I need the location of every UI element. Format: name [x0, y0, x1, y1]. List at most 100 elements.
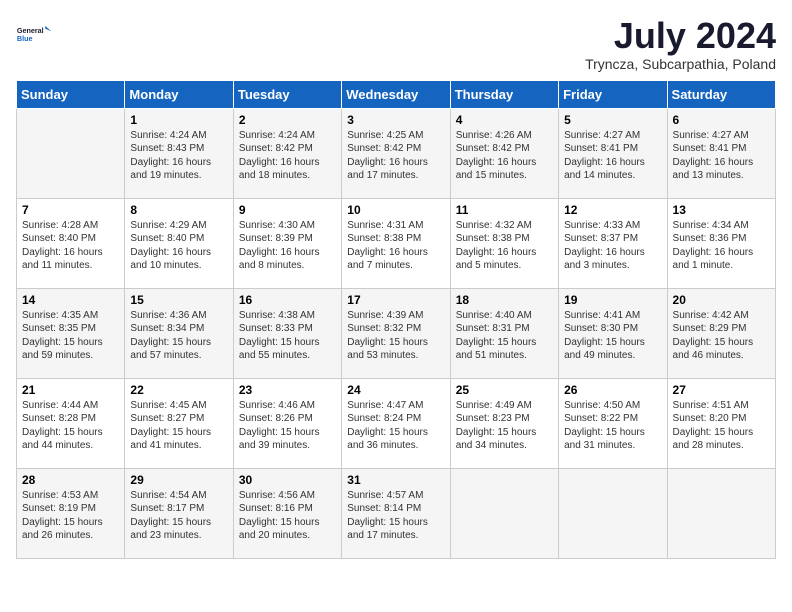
week-row-2: 7 Sunrise: 4:28 AM Sunset: 8:40 PM Daylig… [17, 198, 776, 288]
day-number: 18 [456, 293, 553, 307]
col-header-monday: Monday [125, 80, 233, 108]
calendar-cell: 3 Sunrise: 4:25 AM Sunset: 8:42 PM Daylig… [342, 108, 450, 198]
col-header-sunday: Sunday [17, 80, 125, 108]
day-number: 17 [347, 293, 444, 307]
day-number: 23 [239, 383, 336, 397]
calendar-cell: 11 Sunrise: 4:32 AM Sunset: 8:38 PM Dayli… [450, 198, 558, 288]
day-number: 13 [673, 203, 770, 217]
day-info: Sunrise: 4:27 AM Sunset: 8:41 PM Dayligh… [673, 129, 770, 183]
calendar-cell: 22Sunrise: 4:45 AM Sunset: 8:27 PM Dayli… [125, 378, 233, 468]
week-row-1: 1Sunrise: 4:24 AM Sunset: 8:43 PM Daylig… [17, 108, 776, 198]
day-number: 6 [673, 113, 770, 127]
day-number: 25 [456, 383, 553, 397]
day-info: Sunrise: 4:26 AM Sunset: 8:42 PM Dayligh… [456, 129, 553, 183]
day-number: 31 [347, 473, 444, 487]
day-number: 7 [22, 203, 119, 217]
day-info: Sunrise: 4:47 AM Sunset: 8:24 PM Dayligh… [347, 399, 444, 453]
logo-icon: GeneralBlue [16, 16, 52, 52]
day-info: Sunrise: 4:39 AM Sunset: 8:32 PM Dayligh… [347, 309, 444, 363]
week-row-5: 28 Sunrise: 4:53 AM Sunset: 8:19 PM Dayli… [17, 468, 776, 558]
calendar-cell: 20 Sunrise: 4:42 AM Sunset: 8:29 PM Dayli… [667, 288, 775, 378]
day-number: 30 [239, 473, 336, 487]
calendar-cell: 26 Sunrise: 4:50 AM Sunset: 8:22 PM Dayli… [559, 378, 667, 468]
calendar-cell [559, 468, 667, 558]
svg-text:Blue: Blue [17, 34, 33, 43]
calendar-cell: 19 Sunrise: 4:41 AM Sunset: 8:30 PM Dayli… [559, 288, 667, 378]
day-info: Sunrise: 4:38 AM Sunset: 8:33 PM Dayligh… [239, 309, 336, 363]
day-info: Sunrise: 4:46 AM Sunset: 8:26 PM Dayligh… [239, 399, 336, 453]
day-info: Sunrise: 4:28 AM Sunset: 8:40 PM Dayligh… [22, 219, 119, 273]
col-header-wednesday: Wednesday [342, 80, 450, 108]
day-info: Sunrise: 4:25 AM Sunset: 8:42 PM Dayligh… [347, 129, 444, 183]
day-number: 28 [22, 473, 119, 487]
calendar-cell: 12 Sunrise: 4:33 AM Sunset: 8:37 PM Dayli… [559, 198, 667, 288]
calendar-cell: 28 Sunrise: 4:53 AM Sunset: 8:19 PM Dayli… [17, 468, 125, 558]
day-number: 10 [347, 203, 444, 217]
calendar-table: SundayMondayTuesdayWednesdayThursdayFrid… [16, 80, 776, 559]
day-info: Sunrise: 4:29 AM Sunset: 8:40 PM Dayligh… [130, 219, 227, 273]
calendar-cell: 23 Sunrise: 4:46 AM Sunset: 8:26 PM Dayli… [233, 378, 341, 468]
col-header-thursday: Thursday [450, 80, 558, 108]
day-number: 5 [564, 113, 661, 127]
calendar-cell [667, 468, 775, 558]
day-number: 12 [564, 203, 661, 217]
day-info: Sunrise: 4:49 AM Sunset: 8:23 PM Dayligh… [456, 399, 553, 453]
col-header-tuesday: Tuesday [233, 80, 341, 108]
day-info: Sunrise: 4:33 AM Sunset: 8:37 PM Dayligh… [564, 219, 661, 273]
day-number: 24 [347, 383, 444, 397]
calendar-cell: 9 Sunrise: 4:30 AM Sunset: 8:39 PM Daylig… [233, 198, 341, 288]
day-info: Sunrise: 4:27 AM Sunset: 8:41 PM Dayligh… [564, 129, 661, 183]
col-header-saturday: Saturday [667, 80, 775, 108]
calendar-cell: 21 Sunrise: 4:44 AM Sunset: 8:28 PM Dayli… [17, 378, 125, 468]
week-row-4: 21 Sunrise: 4:44 AM Sunset: 8:28 PM Dayli… [17, 378, 776, 468]
day-info: Sunrise: 4:57 AM Sunset: 8:14 PM Dayligh… [347, 489, 444, 543]
day-info: Sunrise: 4:45 AM Sunset: 8:27 PM Dayligh… [130, 399, 227, 453]
day-info: Sunrise: 4:41 AM Sunset: 8:30 PM Dayligh… [564, 309, 661, 363]
day-info: Sunrise: 4:31 AM Sunset: 8:38 PM Dayligh… [347, 219, 444, 273]
day-info: Sunrise: 4:42 AM Sunset: 8:29 PM Dayligh… [673, 309, 770, 363]
calendar-cell: 5 Sunrise: 4:27 AM Sunset: 8:41 PM Daylig… [559, 108, 667, 198]
day-number: 9 [239, 203, 336, 217]
day-info: Sunrise: 4:24 AM Sunset: 8:43 PM Dayligh… [130, 129, 227, 183]
calendar-cell: 18Sunrise: 4:40 AM Sunset: 8:31 PM Dayli… [450, 288, 558, 378]
day-number: 20 [673, 293, 770, 307]
day-info: Sunrise: 4:32 AM Sunset: 8:38 PM Dayligh… [456, 219, 553, 273]
day-info: Sunrise: 4:50 AM Sunset: 8:22 PM Dayligh… [564, 399, 661, 453]
day-info: Sunrise: 4:54 AM Sunset: 8:17 PM Dayligh… [130, 489, 227, 543]
day-number: 21 [22, 383, 119, 397]
day-number: 4 [456, 113, 553, 127]
week-row-3: 14Sunrise: 4:35 AM Sunset: 8:35 PM Dayli… [17, 288, 776, 378]
header-row: SundayMondayTuesdayWednesdayThursdayFrid… [17, 80, 776, 108]
day-number: 11 [456, 203, 553, 217]
day-number: 3 [347, 113, 444, 127]
day-number: 15 [130, 293, 227, 307]
calendar-cell: 10 Sunrise: 4:31 AM Sunset: 8:38 PM Dayli… [342, 198, 450, 288]
page-header: GeneralBlue July 2024 Tryncza, Subcarpat… [16, 16, 776, 72]
calendar-cell: 24 Sunrise: 4:47 AM Sunset: 8:24 PM Dayli… [342, 378, 450, 468]
day-info: Sunrise: 4:53 AM Sunset: 8:19 PM Dayligh… [22, 489, 119, 543]
calendar-cell: 15Sunrise: 4:36 AM Sunset: 8:34 PM Dayli… [125, 288, 233, 378]
day-number: 27 [673, 383, 770, 397]
day-info: Sunrise: 4:56 AM Sunset: 8:16 PM Dayligh… [239, 489, 336, 543]
calendar-cell: 25 Sunrise: 4:49 AM Sunset: 8:23 PM Dayli… [450, 378, 558, 468]
day-info: Sunrise: 4:35 AM Sunset: 8:35 PM Dayligh… [22, 309, 119, 363]
logo: GeneralBlue [16, 16, 52, 52]
calendar-cell: 2Sunrise: 4:24 AM Sunset: 8:42 PM Daylig… [233, 108, 341, 198]
day-info: Sunrise: 4:30 AM Sunset: 8:39 PM Dayligh… [239, 219, 336, 273]
day-number: 26 [564, 383, 661, 397]
calendar-cell: 14Sunrise: 4:35 AM Sunset: 8:35 PM Dayli… [17, 288, 125, 378]
calendar-cell: 29Sunrise: 4:54 AM Sunset: 8:17 PM Dayli… [125, 468, 233, 558]
calendar-cell: 1Sunrise: 4:24 AM Sunset: 8:43 PM Daylig… [125, 108, 233, 198]
month-title: July 2024 [585, 16, 776, 56]
calendar-cell: 13 Sunrise: 4:34 AM Sunset: 8:36 PM Dayli… [667, 198, 775, 288]
location-subtitle: Tryncza, Subcarpathia, Poland [585, 56, 776, 72]
calendar-cell: 8Sunrise: 4:29 AM Sunset: 8:40 PM Daylig… [125, 198, 233, 288]
day-info: Sunrise: 4:44 AM Sunset: 8:28 PM Dayligh… [22, 399, 119, 453]
day-info: Sunrise: 4:24 AM Sunset: 8:42 PM Dayligh… [239, 129, 336, 183]
calendar-cell: 6 Sunrise: 4:27 AM Sunset: 8:41 PM Daylig… [667, 108, 775, 198]
day-info: Sunrise: 4:34 AM Sunset: 8:36 PM Dayligh… [673, 219, 770, 273]
calendar-cell: 4 Sunrise: 4:26 AM Sunset: 8:42 PM Daylig… [450, 108, 558, 198]
calendar-cell: 16Sunrise: 4:38 AM Sunset: 8:33 PM Dayli… [233, 288, 341, 378]
title-section: July 2024 Tryncza, Subcarpathia, Poland [585, 16, 776, 72]
day-number: 19 [564, 293, 661, 307]
